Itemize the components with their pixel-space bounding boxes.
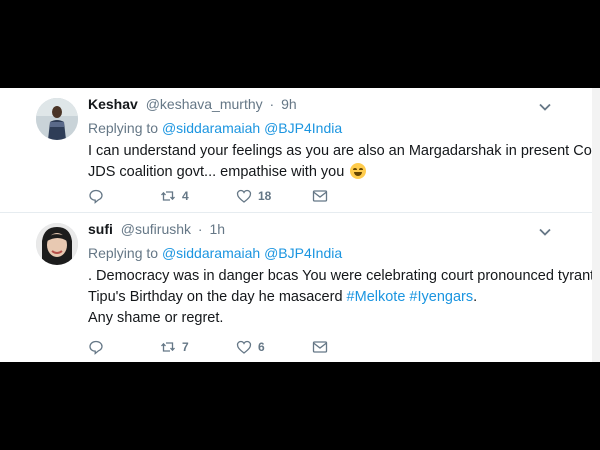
envelope-icon [312,190,328,202]
mention-link[interactable]: @BJP4India [264,120,342,136]
tweet[interactable]: Keshav @keshava_murthy · 9h Replying to … [0,88,600,212]
tweet-text-line: Tipu's Birthday on the day he masacerd #… [88,287,568,308]
user-handle[interactable]: @keshava_murthy [146,96,263,112]
tweet-text-segment: JDS coalition govt... empathise with you [88,164,345,180]
avatar[interactable] [36,98,78,140]
separator-dot: · [269,96,275,112]
hashtag-link[interactable]: #Iyengars [409,289,473,305]
heart-icon [236,189,252,203]
like-button[interactable]: 18 [236,187,271,205]
tweet-header: sufi @sufirushk · 1h [88,221,225,237]
replying-to: Replying to @siddaramaiah @BJP4India [88,120,342,136]
tweet-text-line: . Democracy was in danger bcas You were … [88,268,595,284]
direct-message-button[interactable] [312,187,328,205]
separator-dot: · [197,221,203,237]
user-handle[interactable]: @sufirushk [121,221,191,237]
like-count: 6 [258,340,265,354]
retweet-count: 7 [182,340,189,354]
mention-link[interactable]: @BJP4India [264,245,342,261]
display-name[interactable]: Keshav [88,96,138,112]
scrollbar[interactable] [592,88,600,362]
tweet-text-line: Any shame or regret. [88,310,224,326]
tweet-timeline: Keshav @keshava_murthy · 9h Replying to … [0,88,600,362]
heart-icon [236,340,252,354]
chevron-down-icon[interactable] [538,100,552,114]
tweet-time[interactable]: 9h [281,96,297,112]
tweet-time[interactable]: 1h [209,221,225,237]
reply-icon [89,340,103,355]
laughing-emoji-icon [350,163,367,179]
avatar-image [36,98,78,140]
retweet-button[interactable]: 7 [160,338,189,356]
avatar[interactable] [36,223,78,265]
retweet-count: 4 [182,189,189,203]
direct-message-button[interactable] [312,338,328,356]
reply-button[interactable] [88,187,110,205]
tweet-header: Keshav @keshava_murthy · 9h [88,96,297,112]
reply-icon [89,189,103,204]
retweet-icon [161,342,175,352]
tweet-text: I can understand your feelings as you ar… [88,141,600,183]
tweet-text-segment: Tipu's Birthday on the day he masacerd [88,289,343,305]
retweet-icon [161,191,175,201]
mention-link[interactable]: @siddaramaiah [162,245,260,261]
period-text: . [473,289,478,305]
tweet-text-line: JDS coalition govt... empathise with you [88,162,568,183]
avatar-image [36,223,78,265]
display-name[interactable]: sufi [88,221,113,237]
like-count: 18 [258,189,272,203]
retweet-button[interactable]: 4 [160,187,189,205]
chevron-down-icon[interactable] [538,225,552,239]
envelope-icon [312,341,328,353]
replying-to-label: Replying to [88,245,159,261]
mention-link[interactable]: @siddaramaiah [162,120,260,136]
replying-to-label: Replying to [88,120,159,136]
tweet-text-line: I can understand your feelings as you ar… [88,143,600,159]
replying-to: Replying to @siddaramaiah @BJP4India [88,245,342,261]
hashtag-link[interactable]: #Melkote [347,289,406,305]
like-button[interactable]: 6 [236,338,265,356]
tweet[interactable]: sufi @sufirushk · 1h Replying to @siddar… [0,212,595,362]
reply-button[interactable] [88,338,110,356]
tweet-text: . Democracy was in danger bcas You were … [88,266,595,329]
